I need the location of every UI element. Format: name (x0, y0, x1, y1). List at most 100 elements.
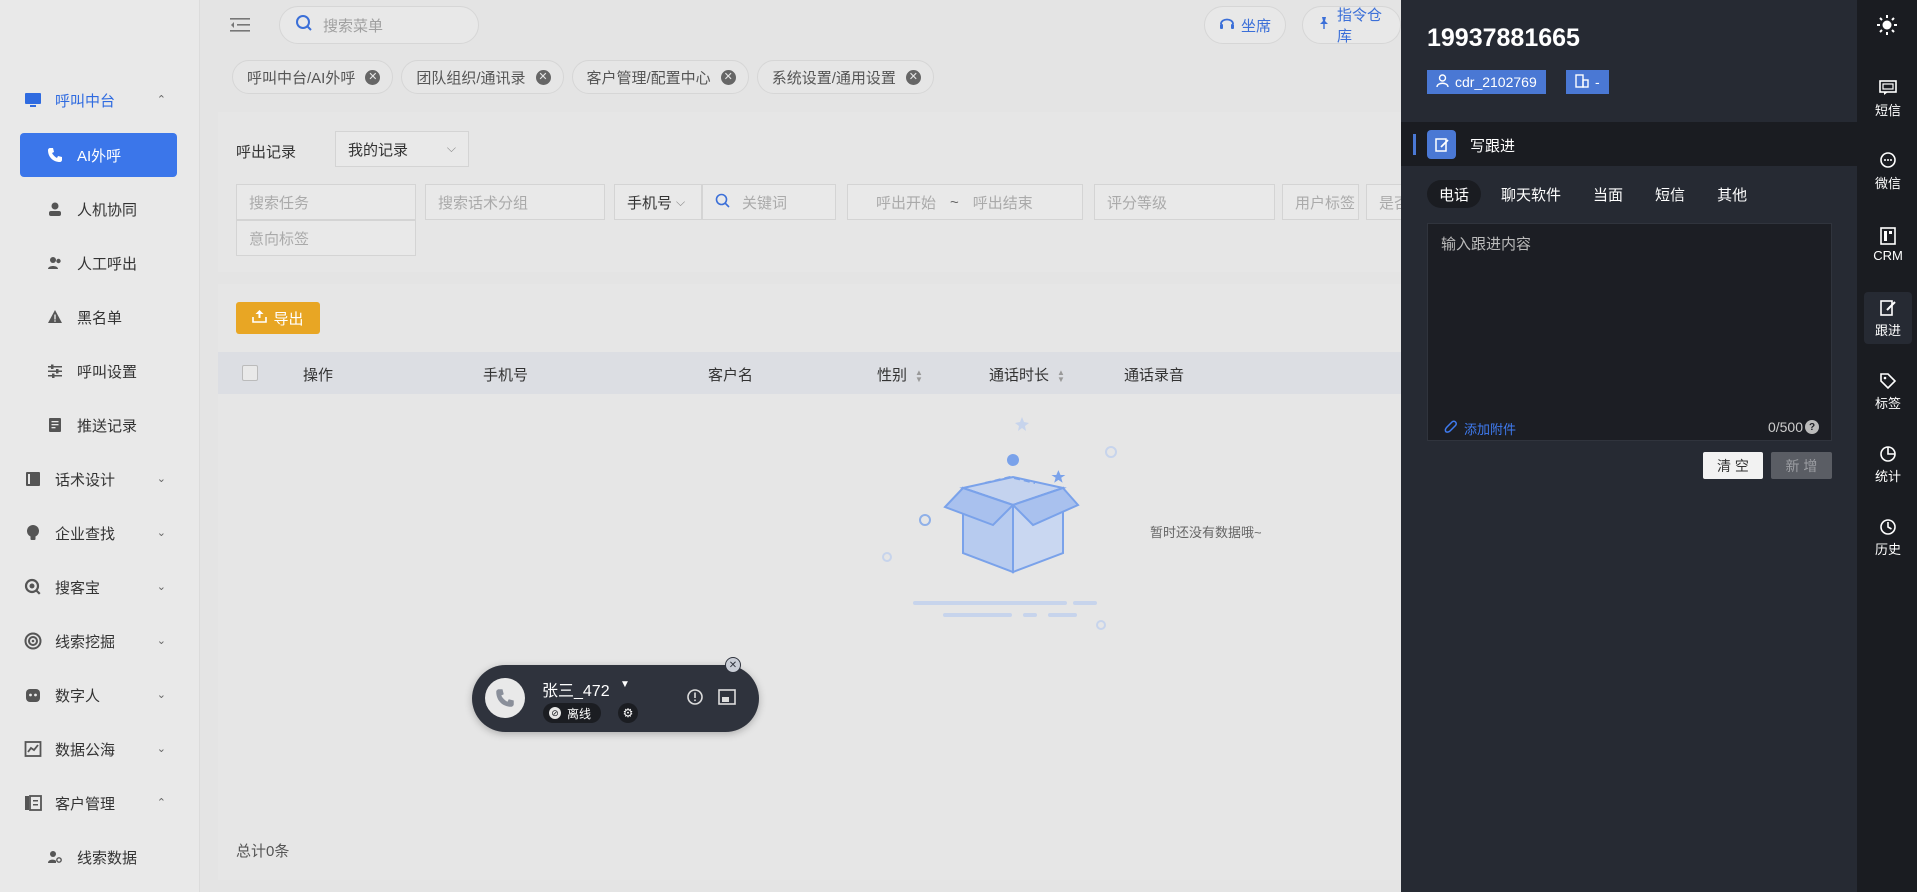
rail-item-tags[interactable]: 标签 (1864, 366, 1912, 416)
tab-ai-outbound[interactable]: 呼叫中台/AI外呼 ✕ (232, 60, 394, 94)
followup-section-header: 写跟进 (1401, 122, 1857, 166)
sidebar-item-lead-mining[interactable]: 线索挖掘 ⌄ (0, 621, 200, 661)
tab-contacts[interactable]: 团队组织/通讯录 ✕ (401, 60, 564, 94)
chevron-down-icon: ⌄ (156, 689, 166, 701)
score-level-select[interactable]: 评分等级 (1094, 184, 1275, 220)
rail-item-sms[interactable]: 短信 (1864, 73, 1912, 123)
column-header-sortable[interactable]: 通话时长 ▲ ▼ (989, 364, 1065, 385)
company-tag: - (1566, 70, 1609, 94)
sidebar-item-customer-mgmt[interactable]: 客户管理 ⌃ (0, 783, 200, 823)
command-repo-button[interactable]: 指令仓库 (1302, 6, 1401, 45)
column-header: 手机号 (483, 367, 529, 384)
keyword-input[interactable]: 关键词 (702, 184, 836, 220)
clear-button[interactable]: 清 空 (1703, 452, 1763, 479)
chevron-down-icon: ⌄ (156, 743, 166, 755)
call-time-range[interactable]: 呼出开始 ~ 呼出结束 (847, 184, 1083, 220)
chevron-down-icon: ⌄ (156, 473, 166, 485)
contacts-icon (23, 793, 43, 813)
add-button[interactable]: 新 增 (1771, 452, 1832, 479)
sidebar-item-company-search[interactable]: 企业查找 ⌄ (0, 513, 200, 553)
help-icon[interactable]: ? (1805, 420, 1819, 434)
sidebar-item-soukebao[interactable]: 搜客宝 ⌄ (0, 567, 200, 607)
sidebar: 呼叫中台 ⌃ AI外呼 人机协同 人工呼出 黑名单 呼叫设置 推送记录 话术设计… (0, 0, 200, 892)
sidebar-item-lead-data[interactable]: 线索数据 (0, 837, 200, 877)
phone-icon[interactable] (485, 678, 525, 718)
range-separator: ~ (950, 193, 959, 211)
sidebar-item-label: 数字人 (55, 687, 101, 705)
sidebar-item-script-design[interactable]: 话术设计 ⌄ (0, 459, 200, 499)
user-tag-select[interactable]: 用户标签 (1282, 184, 1359, 220)
caret-down-icon[interactable]: ▼ (620, 679, 630, 690)
chevron-down-icon: ⌄ (156, 581, 166, 593)
status-badge[interactable]: ⊘ 离线 (543, 703, 602, 723)
sidebar-item-manual-call[interactable]: 人工呼出 (0, 243, 200, 283)
search-circle-icon (23, 577, 43, 597)
truncated-filter[interactable]: 是否 (1366, 184, 1401, 220)
close-icon[interactable]: ✕ (720, 69, 736, 85)
user-icon (1436, 73, 1449, 91)
chevron-down-icon: ⌄ (156, 527, 166, 539)
chat-icon (1879, 151, 1897, 171)
type-tab-chat-app[interactable]: 聊天软件 (1489, 180, 1573, 208)
sun-icon[interactable] (1876, 14, 1898, 40)
close-icon[interactable]: ✕ (905, 69, 921, 85)
sidebar-item-digital-human[interactable]: 数字人 ⌄ (0, 675, 200, 715)
sidebar-item-push-records[interactable]: 推送记录 (0, 405, 200, 445)
menu-fold-icon[interactable] (230, 16, 250, 34)
close-icon[interactable]: ✕ (535, 69, 551, 85)
seat-label: 坐席 (1241, 17, 1272, 35)
softphone-widget[interactable]: 张三_472 ▼ ⊘ 离线 ⚙ ✕ (472, 657, 759, 732)
sidebar-item-blacklist[interactable]: 黑名单 (0, 297, 200, 337)
rail-item-crm[interactable]: CRM (1864, 219, 1912, 269)
rail-label: 统计 (1874, 468, 1901, 484)
alert-icon[interactable] (685, 687, 705, 707)
sidebar-item-label: 数据公海 (55, 741, 116, 759)
sort-icon[interactable]: ▲ ▼ (1057, 369, 1065, 384)
tab-config-center[interactable]: 客户管理/配置中心 ✕ (571, 60, 749, 94)
sidebar-item-label: 呼叫设置 (77, 363, 138, 381)
section-accent-bar (1413, 134, 1416, 155)
sidebar-item-human-machine[interactable]: 人机协同 (0, 189, 200, 229)
script-group-search-input[interactable]: 搜索话术分组 (425, 184, 605, 220)
picture-in-picture-icon[interactable] (717, 687, 737, 707)
users-icon (45, 253, 65, 273)
rail-label: 短信 (1874, 102, 1901, 118)
gear-icon[interactable]: ⚙ (618, 703, 638, 723)
type-tab-in-person[interactable]: 当面 (1581, 180, 1635, 208)
select-all-checkbox[interactable] (242, 365, 258, 381)
rail-item-stats[interactable]: 统计 (1864, 439, 1912, 489)
sidebar-item-ai-outbound[interactable]: AI外呼 (20, 133, 177, 177)
add-attachment-link[interactable]: 添加附件 (1444, 419, 1516, 438)
call-start-placeholder: 呼出开始 (876, 194, 937, 212)
record-select[interactable]: 我的记录 ⌵ (335, 131, 469, 167)
tab-general-settings[interactable]: 系统设置/通用设置 ✕ (756, 60, 934, 94)
company-value: - (1595, 74, 1600, 90)
task-search-input[interactable]: 搜索任务 (236, 184, 416, 220)
type-tab-other[interactable]: 其他 (1705, 180, 1759, 208)
user-robot-icon (45, 199, 65, 219)
rail-item-history[interactable]: 历史 (1864, 512, 1912, 562)
close-icon[interactable]: ✕ (725, 657, 741, 673)
sidebar-item-call-center[interactable]: 呼叫中台 ⌃ (0, 80, 200, 120)
sidebar-item-call-settings[interactable]: 呼叫设置 (0, 351, 200, 391)
clock-icon (1879, 517, 1897, 537)
section-title: 写跟进 (1470, 138, 1516, 155)
paperclip-icon (1444, 420, 1458, 437)
phone-type-select[interactable]: 手机号 ⌵ (614, 184, 702, 220)
intent-tag-select[interactable]: 意向标签 (236, 220, 416, 256)
close-icon[interactable]: ✕ (365, 69, 381, 85)
sidebar-item-label: 客户管理 (55, 795, 116, 813)
seat-button[interactable]: 坐席 (1204, 6, 1287, 44)
sort-icon[interactable]: ▲ ▼ (915, 369, 923, 384)
tag-icon (1879, 371, 1897, 391)
sidebar-item-data-pool[interactable]: 数据公海 ⌄ (0, 729, 200, 769)
export-button[interactable]: 导出 (236, 302, 320, 334)
rail-item-wechat[interactable]: 微信 (1864, 146, 1912, 196)
column-header-sortable[interactable]: 性别 ▲ ▼ (877, 364, 923, 385)
followup-content-textarea[interactable]: 输入跟进内容 添加附件 0/500 ? (1427, 223, 1832, 441)
type-tab-phone[interactable]: 电话 (1427, 180, 1482, 208)
type-tab-sms[interactable]: 短信 (1643, 180, 1697, 208)
menu-search-input[interactable]: 搜索菜单 (279, 6, 479, 44)
rail-item-followup[interactable]: 跟进 (1864, 292, 1912, 344)
table-header: 操作 手机号 客户名 性别 ▲ ▼ 通话时长 ▲ ▼ 通话录音 (218, 352, 1401, 394)
